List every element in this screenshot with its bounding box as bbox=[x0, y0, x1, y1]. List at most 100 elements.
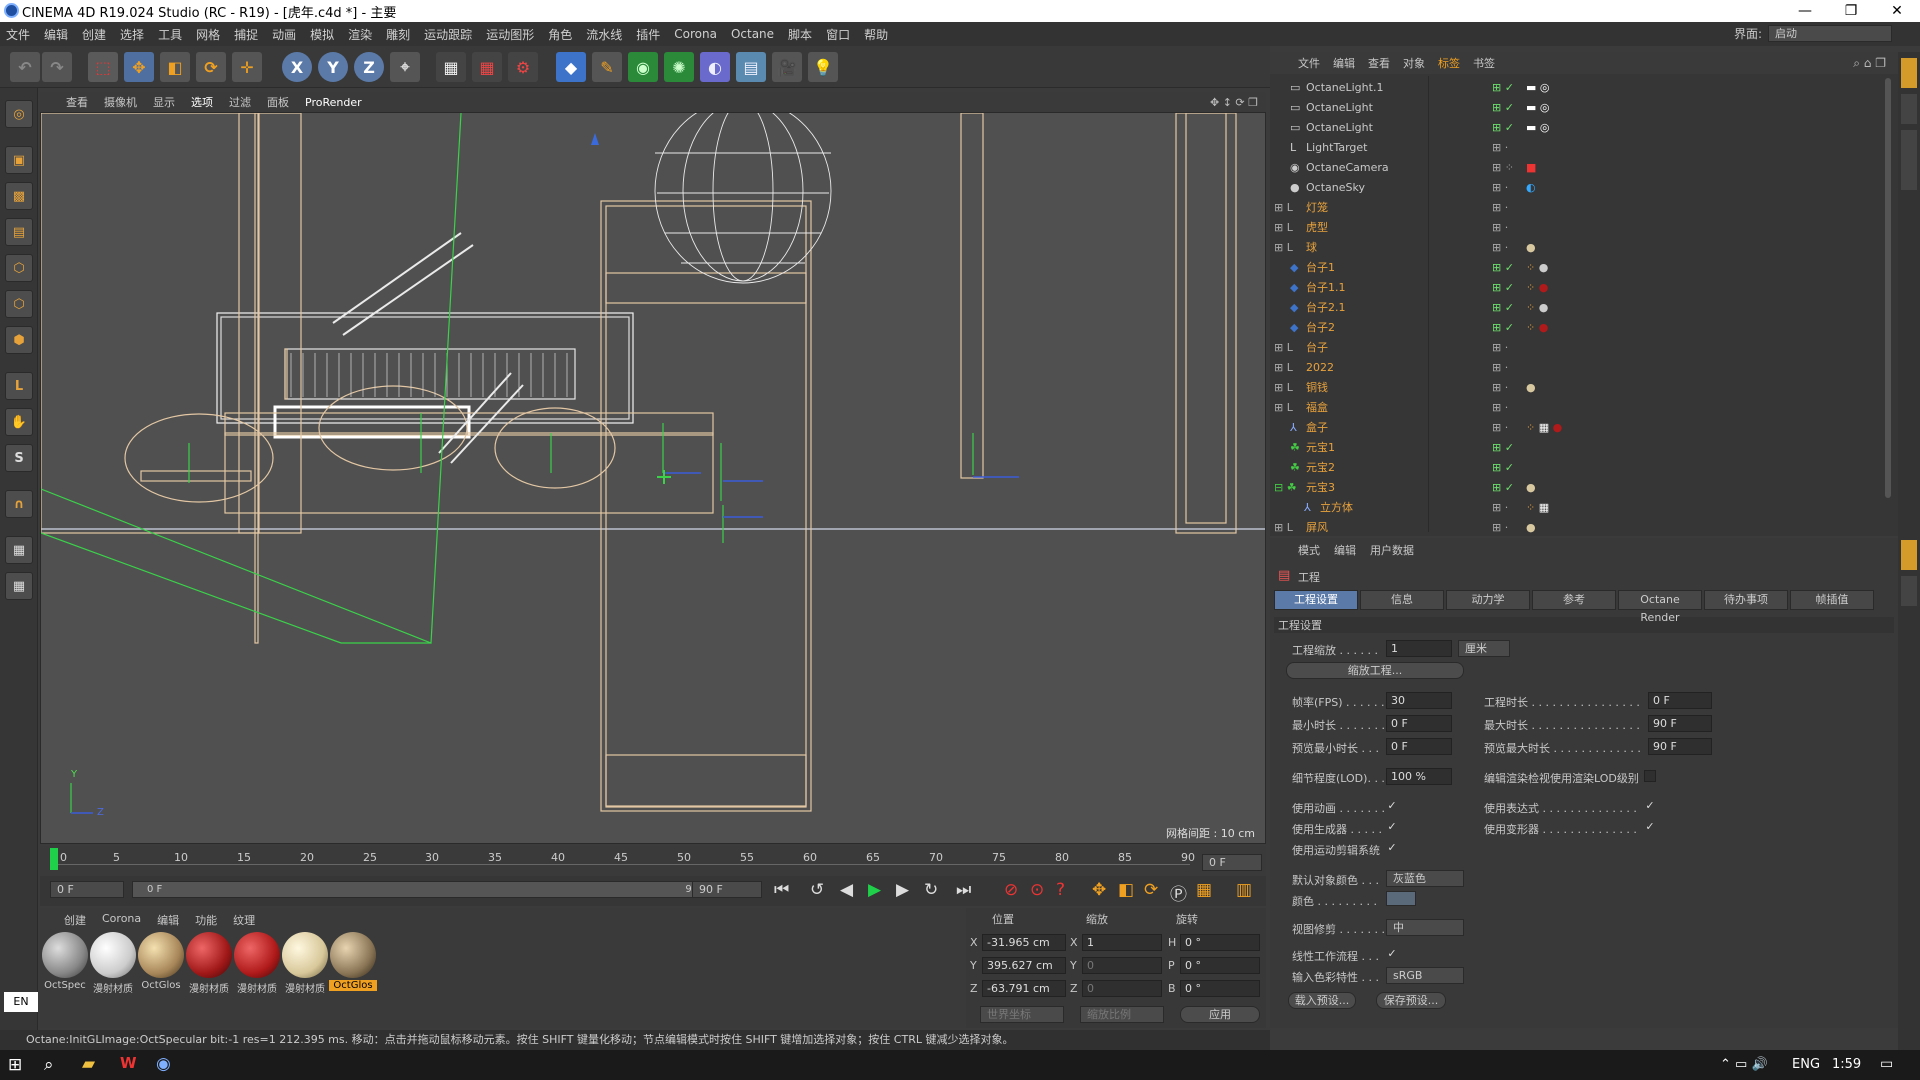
scale-y-field[interactable]: 0 bbox=[1082, 957, 1162, 974]
save-preset-button[interactable]: 保存预设... bbox=[1376, 992, 1446, 1009]
cube-object-icon[interactable]: ◆ bbox=[556, 52, 586, 82]
view-clip-dropdown[interactable]: 中 bbox=[1386, 919, 1464, 936]
object-row[interactable]: L LightTarget ⊞ · bbox=[1270, 138, 1890, 158]
apply-button[interactable]: 应用 bbox=[1180, 1006, 1260, 1023]
timeline-window-icon[interactable]: ▥ bbox=[1236, 880, 1252, 900]
points-mode-icon[interactable]: ⬡ bbox=[5, 254, 33, 282]
linear-workflow-checkbox[interactable]: ✓ bbox=[1386, 948, 1398, 960]
goto-end-icon[interactable]: ⏭ bbox=[956, 880, 971, 900]
live-select-icon[interactable]: ⬚ bbox=[88, 52, 118, 82]
om-menu-view[interactable]: 查看 bbox=[1368, 55, 1390, 71]
viewport-nav-icons[interactable]: ✥ ↕ ⟳ ❐ bbox=[1210, 96, 1258, 109]
language-indicator[interactable]: EN bbox=[4, 992, 38, 1012]
prev-key-icon[interactable]: ↺ bbox=[810, 880, 824, 900]
material-swatch[interactable] bbox=[138, 932, 184, 978]
subdivision-icon[interactable]: ◉ bbox=[628, 52, 658, 82]
object-row[interactable]: ⊞ L 屏风 ⊞ · ● bbox=[1270, 518, 1890, 538]
preview-min-field[interactable]: 0 F bbox=[1386, 738, 1452, 755]
menu-sculpt[interactable]: 雕刻 bbox=[386, 26, 410, 43]
tab-project-settings[interactable]: 工程设置 bbox=[1274, 590, 1358, 610]
render-picture-viewer-icon[interactable]: ▦ bbox=[472, 52, 502, 82]
world-coord-dropdown[interactable]: 世界坐标 bbox=[980, 1006, 1064, 1023]
cinema4d-taskbar-icon[interactable]: ◉ bbox=[156, 1054, 171, 1074]
tab-reference[interactable]: 参考 bbox=[1532, 590, 1616, 610]
object-row[interactable]: ▭ OctaneLight.1 ⊞ ✓ ▬ ◎ bbox=[1270, 78, 1890, 98]
material-swatch[interactable] bbox=[234, 932, 280, 978]
play-icon[interactable]: ▶ bbox=[868, 880, 881, 900]
viewport[interactable]: Y Z 网格间距 : 10 cm bbox=[40, 112, 1266, 844]
input-color-dropdown[interactable]: sRGB bbox=[1386, 967, 1464, 984]
menu-animate[interactable]: 动画 bbox=[272, 26, 296, 43]
timeline-playhead[interactable] bbox=[50, 848, 58, 870]
vp-menu-options[interactable]: 选项 bbox=[191, 94, 213, 110]
material-swatch[interactable] bbox=[330, 932, 376, 978]
project-time-field[interactable]: 0 F bbox=[1648, 692, 1712, 709]
object-row[interactable]: ⊞ L 虎型 ⊞ · bbox=[1270, 218, 1890, 238]
search-icon[interactable]: ⌕ bbox=[44, 1055, 54, 1075]
notification-icon[interactable]: ▭ bbox=[1880, 1056, 1893, 1072]
scale-mode-dropdown[interactable]: 缩放比例 bbox=[1080, 1006, 1164, 1023]
menu-corona[interactable]: Corona bbox=[674, 27, 717, 41]
menu-select[interactable]: 选择 bbox=[120, 26, 144, 43]
object-row[interactable]: ⊞ L 铜钱 ⊞ · ● bbox=[1270, 378, 1890, 398]
object-row[interactable]: ⊞ L 台子 ⊞ · bbox=[1270, 338, 1890, 358]
menu-mograph[interactable]: 运动图形 bbox=[486, 26, 534, 43]
menu-window[interactable]: 窗口 bbox=[826, 26, 850, 43]
object-row[interactable]: ◉ OctaneCamera ⊞ ⁘ ■ bbox=[1270, 158, 1890, 178]
layout-dropdown[interactable]: 启动 bbox=[1768, 25, 1892, 42]
side-tab-content-browser[interactable] bbox=[1901, 94, 1917, 124]
render-settings-icon[interactable]: ⚙ bbox=[508, 52, 538, 82]
object-row[interactable]: ⊞ L 灯笼 ⊞ · bbox=[1270, 198, 1890, 218]
transform-tool-icon[interactable]: ✛ bbox=[232, 52, 262, 82]
cloner-icon[interactable]: ✺ bbox=[664, 52, 694, 82]
vp-menu-view[interactable]: 查看 bbox=[66, 94, 88, 110]
max-time-field[interactable]: 90 F bbox=[1648, 715, 1712, 732]
project-scale-field[interactable]: 1 bbox=[1386, 640, 1452, 657]
use-generator-checkbox[interactable]: ✓ bbox=[1386, 821, 1398, 833]
key-position-icon[interactable]: ✥ bbox=[1092, 880, 1106, 900]
restore-icon[interactable]: ❐ bbox=[1828, 0, 1874, 22]
om-menu-object[interactable]: 对象 bbox=[1403, 55, 1425, 71]
render-lod-checkbox[interactable] bbox=[1644, 770, 1656, 782]
object-row[interactable]: ◆ 台子1 ⊞ ✓ ⁘ ● bbox=[1270, 258, 1890, 278]
move-tool-icon[interactable]: ✥ bbox=[124, 52, 154, 82]
vp-menu-panel[interactable]: 面板 bbox=[267, 94, 289, 110]
texture-mode-icon[interactable]: ▩ bbox=[5, 182, 33, 210]
object-row[interactable]: ▭ OctaneLight ⊞ ✓ ▬ ◎ bbox=[1270, 118, 1890, 138]
om-menu-tags[interactable]: 标签 bbox=[1438, 55, 1460, 71]
am-menu-userdata[interactable]: 用户数据 bbox=[1370, 542, 1414, 558]
goto-start-icon[interactable]: ⏮ bbox=[774, 880, 789, 900]
clock[interactable]: 1:59 bbox=[1832, 1057, 1861, 1072]
menu-character[interactable]: 角色 bbox=[548, 26, 572, 43]
menu-create[interactable]: 创建 bbox=[82, 26, 106, 43]
use-animation-checkbox[interactable]: ✓ bbox=[1386, 800, 1398, 812]
axis-mode-icon[interactable]: L bbox=[5, 372, 33, 400]
tab-dynamics[interactable]: 动力学 bbox=[1446, 590, 1530, 610]
project-scale-unit-dropdown[interactable]: 厘米 bbox=[1458, 640, 1510, 657]
menu-file[interactable]: 文件 bbox=[6, 26, 30, 43]
prev-frame-icon[interactable]: ◀ bbox=[840, 880, 853, 900]
minimize-icon[interactable]: — bbox=[1782, 0, 1828, 22]
next-frame-icon[interactable]: ▶ bbox=[896, 880, 909, 900]
scale-x-field[interactable]: 1 bbox=[1082, 934, 1162, 951]
object-row[interactable]: ☘ 元宝1 ⊞ ✓ bbox=[1270, 438, 1890, 458]
color-swatch[interactable] bbox=[1386, 891, 1416, 906]
object-row[interactable]: ⊞ L 球 ⊞ · ● bbox=[1270, 238, 1890, 258]
redo-icon[interactable]: ↷ bbox=[42, 52, 72, 82]
am-menu-mode[interactable]: 模式 bbox=[1298, 542, 1320, 558]
fps-field[interactable]: 30 bbox=[1386, 692, 1452, 709]
material-swatch[interactable] bbox=[42, 932, 88, 978]
object-row[interactable]: ◆ 台子1.1 ⊞ ✓ ⁘ ● bbox=[1270, 278, 1890, 298]
undo-icon[interactable]: ↶ bbox=[10, 52, 40, 82]
tab-frame-interpolation[interactable]: 帧插值 bbox=[1790, 590, 1874, 610]
object-row[interactable]: ⅄ 盒子 ⊞ · ⁘ ▦ ● bbox=[1270, 418, 1890, 438]
file-explorer-icon[interactable]: ▰ bbox=[82, 1054, 95, 1074]
mat-menu-texture[interactable]: 纹理 bbox=[233, 912, 255, 928]
rotate-tool-icon[interactable]: ⟳ bbox=[196, 52, 226, 82]
snap-icon[interactable]: ∩ bbox=[5, 490, 33, 518]
om-menu-file[interactable]: 文件 bbox=[1298, 55, 1320, 71]
camera-icon[interactable]: 🎥 bbox=[772, 52, 802, 82]
use-motion-system-checkbox[interactable]: ✓ bbox=[1386, 842, 1398, 854]
menu-script[interactable]: 脚本 bbox=[788, 26, 812, 43]
key-scale-icon[interactable]: ◧ bbox=[1118, 880, 1134, 900]
